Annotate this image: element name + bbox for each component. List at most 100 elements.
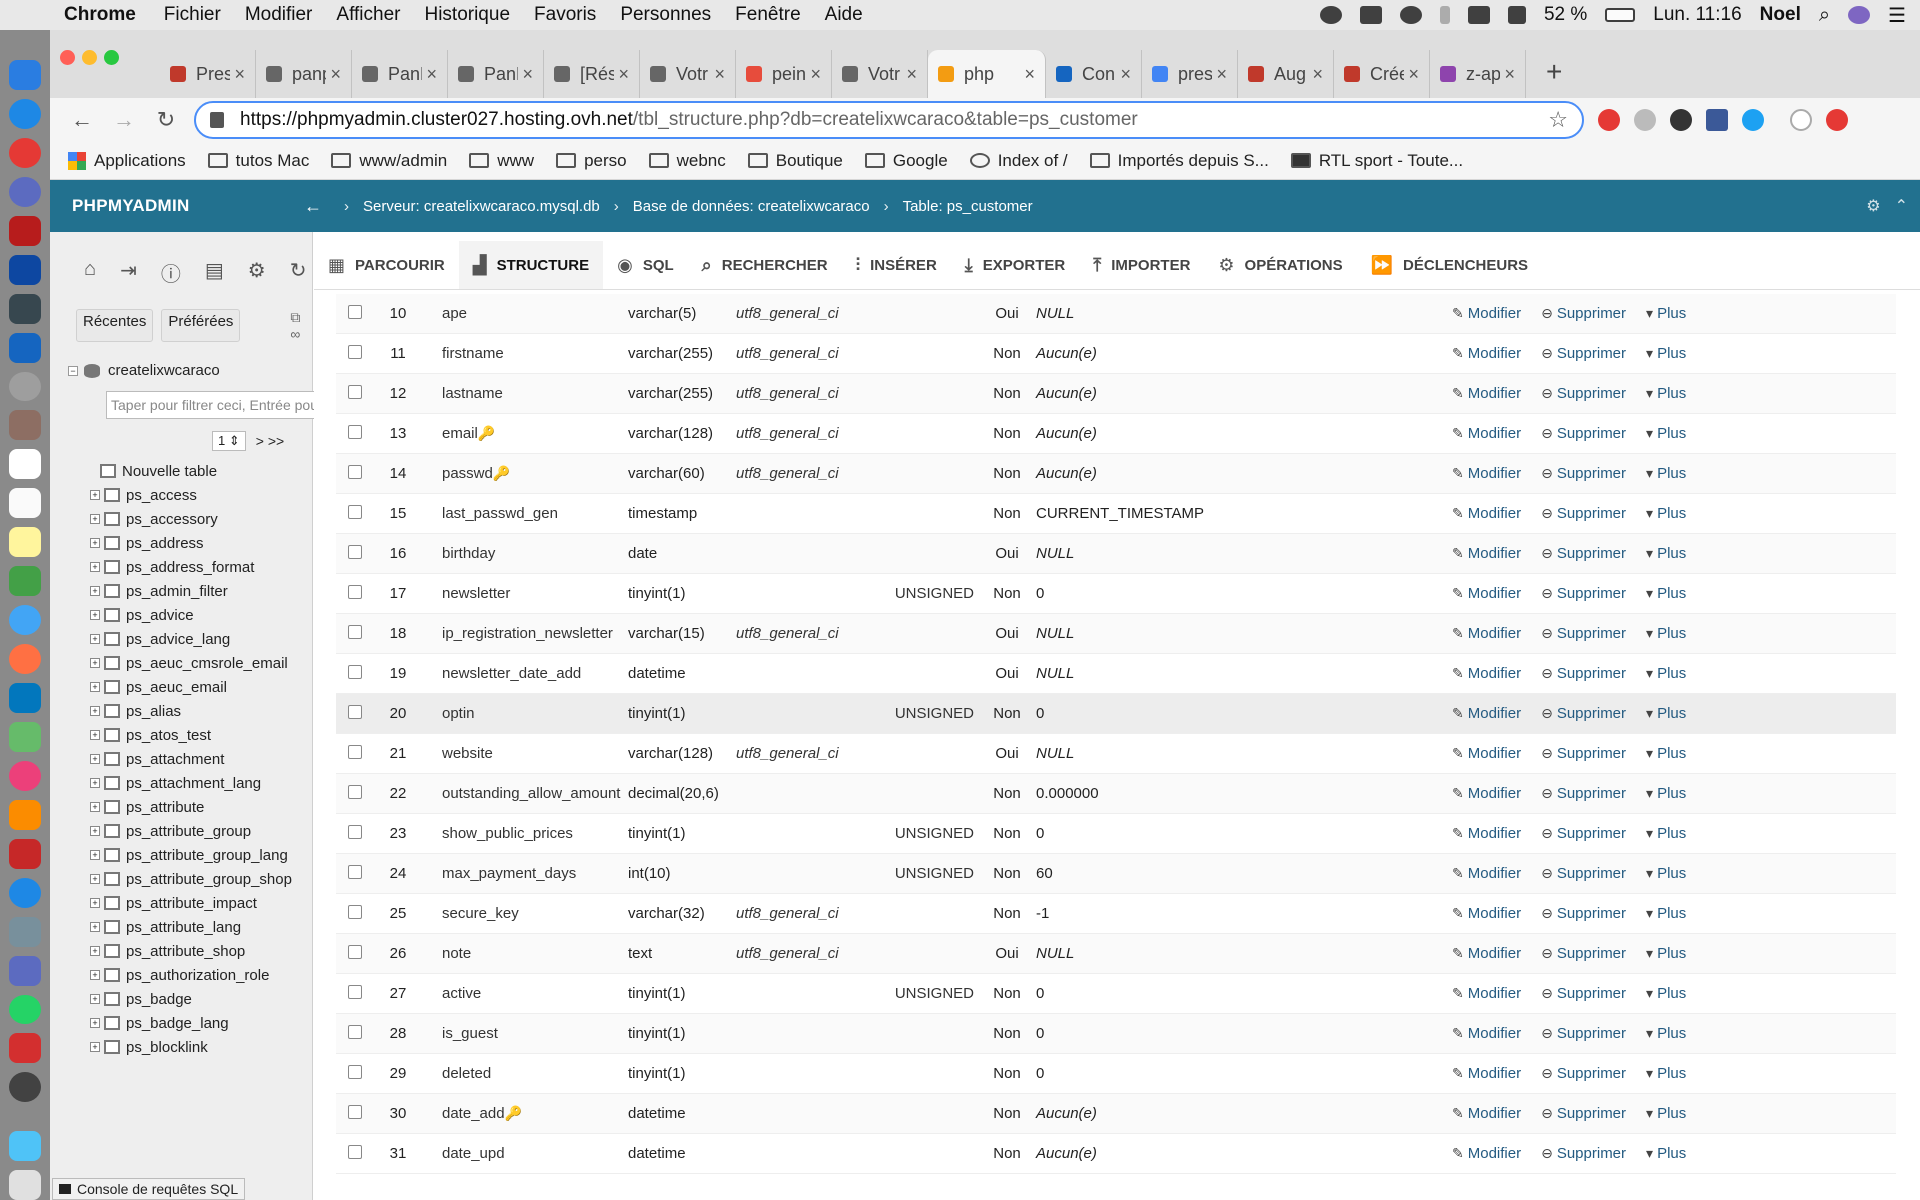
bookmark-folder[interactable]: Google	[864, 151, 948, 171]
table-tree-item[interactable]: + ps_alias	[90, 699, 312, 723]
more-actions-button[interactable]: ▾ Plus	[1646, 865, 1686, 882]
image-capture-icon[interactable]	[9, 955, 41, 986]
more-actions-button[interactable]: ▾ Plus	[1646, 665, 1686, 682]
photo-booth-icon[interactable]	[9, 838, 41, 869]
minimize-window-button[interactable]	[82, 50, 97, 65]
contacts-icon[interactable]	[9, 410, 41, 441]
row-checkbox[interactable]	[336, 1024, 370, 1043]
downloads-folder-icon[interactable]	[9, 1131, 41, 1162]
wifi-icon[interactable]	[1467, 6, 1490, 24]
table-tree-item[interactable]: + ps_attribute_group_lang	[90, 843, 312, 867]
row-checkbox[interactable]	[336, 464, 370, 483]
browser-tab[interactable]: z-ap ×	[1430, 50, 1526, 98]
edit-column-button[interactable]: ✎ Modifier	[1452, 345, 1521, 362]
tab-insert[interactable]: ⫶ Insérer	[842, 241, 951, 289]
user-name[interactable]: Noel	[1760, 4, 1801, 26]
expand-icon[interactable]: +	[90, 1042, 100, 1052]
browser-tab[interactable]: Votr ×	[832, 50, 928, 98]
battery-icon[interactable]	[1605, 8, 1636, 22]
safari-icon[interactable]	[9, 98, 41, 129]
table-tree-item[interactable]: + ps_accessory	[90, 507, 312, 531]
breadcrumb-database[interactable]: Base de données: createlixwcaraco	[633, 198, 870, 215]
edit-column-button[interactable]: ✎ Modifier	[1452, 1065, 1521, 1082]
browser-tab[interactable]: pres ×	[1142, 50, 1238, 98]
bookmark-folder[interactable]: www	[469, 151, 534, 171]
delete-column-button[interactable]: ⊖ Supprimer	[1541, 665, 1626, 682]
table-tree-item[interactable]: + ps_attribute_group_shop	[90, 867, 312, 891]
clock[interactable]: Lun. 11:16	[1653, 4, 1741, 26]
expand-icon[interactable]: +	[90, 874, 100, 884]
browser-tab[interactable]: Votr ×	[640, 50, 736, 98]
tab-operations[interactable]: ⚙ Opérations	[1204, 241, 1356, 289]
close-tab-icon[interactable]: ×	[1024, 64, 1035, 85]
table-tree-item[interactable]: + ps_attribute_group	[90, 819, 312, 843]
row-checkbox[interactable]	[336, 944, 370, 963]
menu-aide[interactable]: Aide	[825, 4, 863, 26]
tab-search[interactable]: ⌕ Rechercher	[688, 241, 842, 289]
tab-browse[interactable]: ▦ Parcourir	[314, 241, 459, 289]
delete-column-button[interactable]: ⊖ Supprimer	[1541, 785, 1626, 802]
expand-icon[interactable]: +	[90, 922, 100, 932]
expand-icon[interactable]: +	[90, 826, 100, 836]
messages-icon[interactable]	[9, 605, 41, 636]
more-actions-button[interactable]: ▾ Plus	[1646, 305, 1686, 322]
delete-column-button[interactable]: ⊖ Supprimer	[1541, 465, 1626, 482]
delete-column-button[interactable]: ⊖ Supprimer	[1541, 985, 1626, 1002]
bookmark-folder[interactable]: www/admin	[331, 151, 447, 171]
table-tree-item[interactable]: + ps_atos_test	[90, 723, 312, 747]
expand-icon[interactable]: +	[90, 754, 100, 764]
edit-column-button[interactable]: ✎ Modifier	[1452, 625, 1521, 642]
table-tree-item[interactable]: + ps_badge	[90, 987, 312, 1011]
reminders-icon[interactable]	[9, 488, 41, 519]
browser-tab[interactable]: pein ×	[736, 50, 832, 98]
edit-column-button[interactable]: ✎ Modifier	[1452, 785, 1521, 802]
table-tree-item[interactable]: + ps_address_format	[90, 555, 312, 579]
new-tab-button[interactable]: +	[1546, 56, 1562, 88]
more-actions-button[interactable]: ▾ Plus	[1646, 705, 1686, 722]
more-actions-button[interactable]: ▾ Plus	[1646, 745, 1686, 762]
browser-tab[interactable]: php ×	[928, 50, 1046, 98]
table-tree-item[interactable]: + ps_attribute_impact	[90, 891, 312, 915]
collapse-tree-icon[interactable]: −	[68, 365, 78, 376]
row-checkbox[interactable]	[336, 304, 370, 323]
table-tree-item[interactable]: + ps_attribute	[90, 795, 312, 819]
tab-sql[interactable]: ◉ SQL	[603, 241, 688, 289]
more-actions-button[interactable]: ▾ Plus	[1646, 1065, 1686, 1082]
delete-column-button[interactable]: ⊖ Supprimer	[1541, 545, 1626, 562]
expand-icon[interactable]: +	[90, 706, 100, 716]
new-table-link[interactable]: Nouvelle table	[100, 459, 312, 483]
row-checkbox[interactable]	[336, 864, 370, 883]
edit-column-button[interactable]: ✎ Modifier	[1452, 985, 1521, 1002]
row-checkbox[interactable]	[336, 424, 370, 443]
expand-icon[interactable]: +	[90, 610, 100, 620]
music-icon[interactable]	[9, 760, 41, 791]
pma-logo[interactable]: PHPMYADMIN	[50, 196, 300, 216]
more-actions-button[interactable]: ▾ Plus	[1646, 345, 1686, 362]
table-tree-item[interactable]: + ps_attribute_lang	[90, 915, 312, 939]
hat-icon[interactable]	[1359, 6, 1382, 24]
edit-column-button[interactable]: ✎ Modifier	[1452, 745, 1521, 762]
edit-column-button[interactable]: ✎ Modifier	[1452, 585, 1521, 602]
sketch-icon[interactable]	[9, 721, 41, 752]
preview-icon[interactable]	[9, 916, 41, 947]
back-button[interactable]: ←	[68, 107, 96, 133]
close-tab-icon[interactable]: ×	[1408, 64, 1419, 85]
time-machine-icon[interactable]	[1399, 6, 1422, 24]
delete-column-button[interactable]: ⊖ Supprimer	[1541, 1145, 1626, 1162]
edit-column-button[interactable]: ✎ Modifier	[1452, 545, 1521, 562]
close-tab-icon[interactable]: ×	[330, 64, 341, 85]
expand-icon[interactable]: +	[90, 682, 100, 692]
more-actions-button[interactable]: ▾ Plus	[1646, 465, 1686, 482]
close-tab-icon[interactable]: ×	[426, 64, 437, 85]
expand-icon[interactable]: +	[90, 1018, 100, 1028]
maps-icon[interactable]	[9, 566, 41, 597]
tab-import[interactable]: ⤒ Importer	[1079, 241, 1204, 289]
mission-control-icon[interactable]	[9, 293, 41, 324]
settings-gear-icon[interactable]: ⚙	[1866, 196, 1880, 216]
edit-column-button[interactable]: ✎ Modifier	[1452, 385, 1521, 402]
facebook-extension-icon[interactable]	[1706, 109, 1728, 131]
edit-column-button[interactable]: ✎ Modifier	[1452, 865, 1521, 882]
filezilla-icon[interactable]	[9, 215, 41, 246]
row-checkbox[interactable]	[336, 824, 370, 843]
delete-column-button[interactable]: ⊖ Supprimer	[1541, 305, 1626, 322]
